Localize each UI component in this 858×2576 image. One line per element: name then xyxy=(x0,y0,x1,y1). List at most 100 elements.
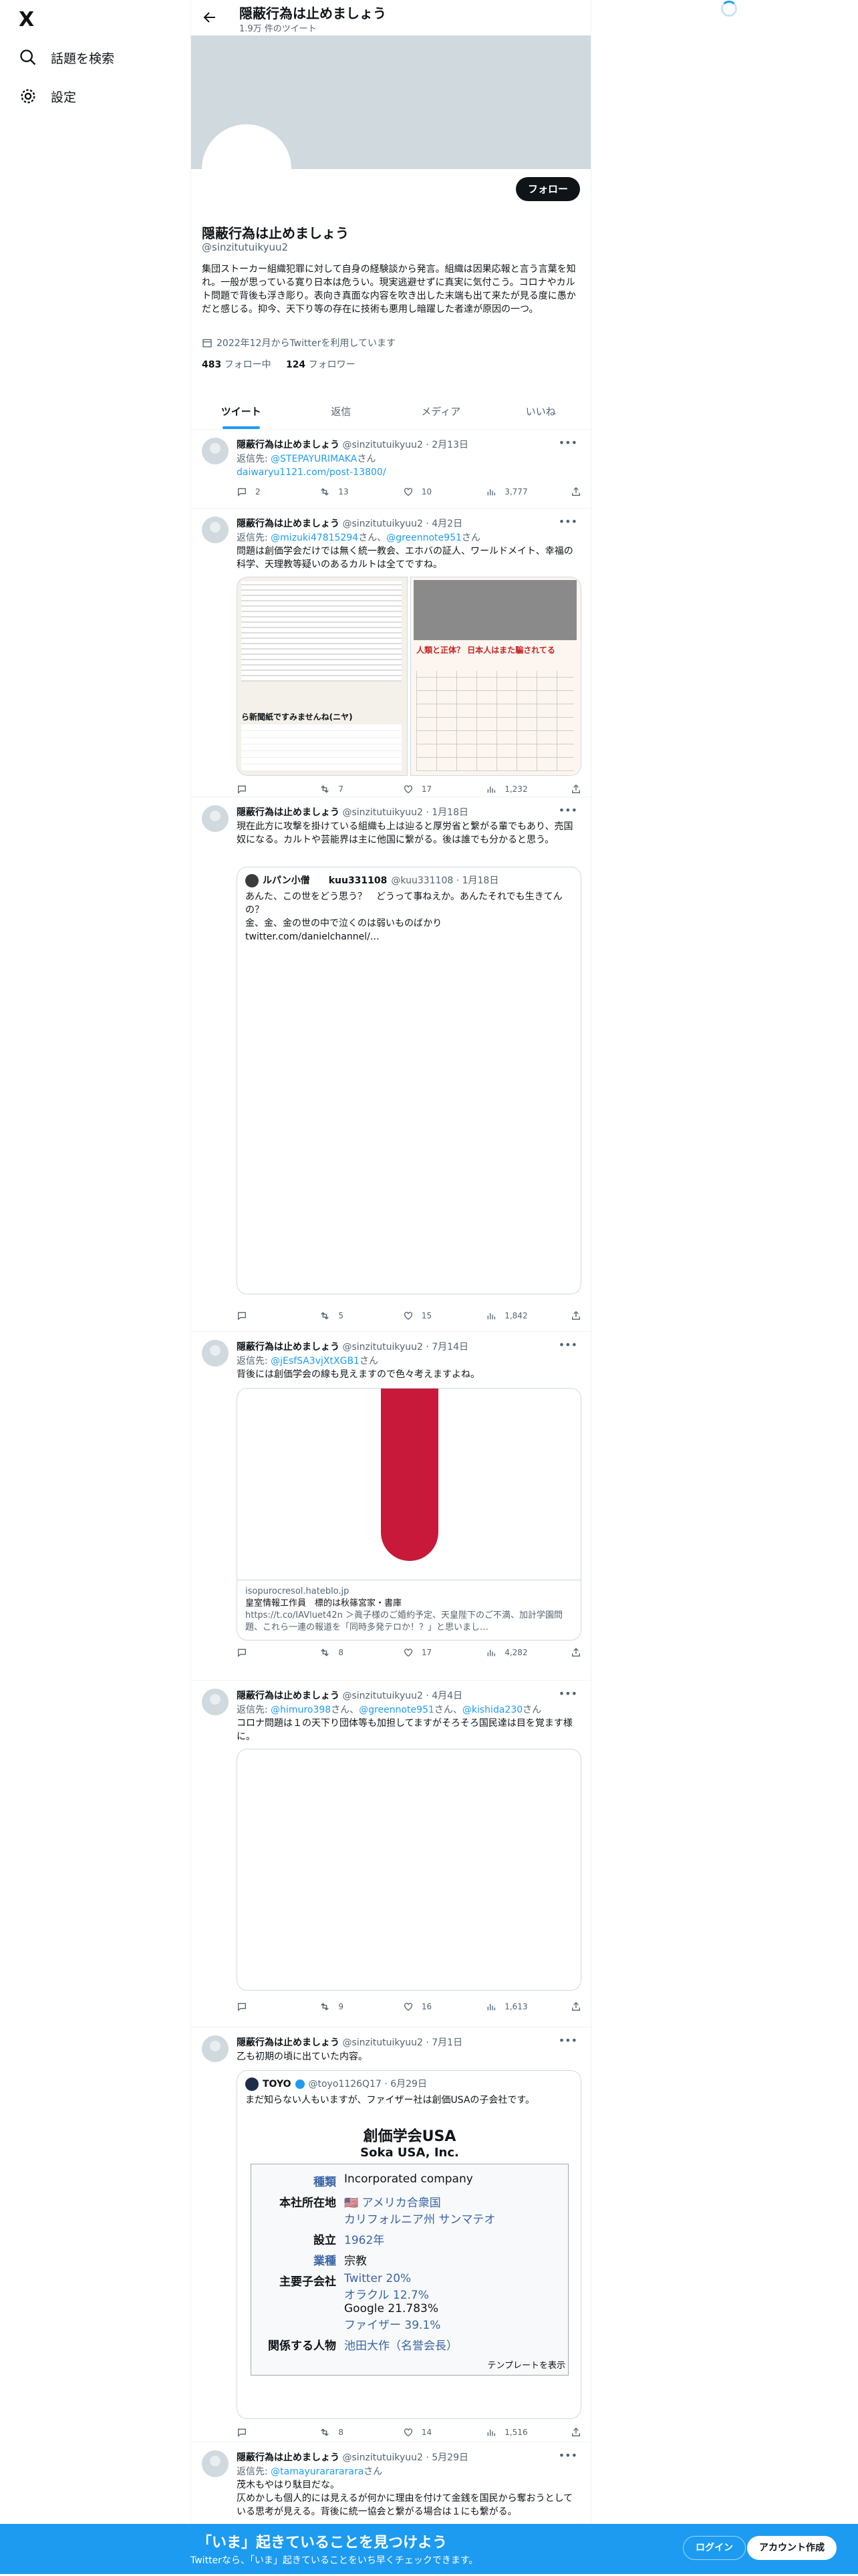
quoted-tweet[interactable]: TOYO @toyo1126Q17 · 6月29日 まだ知らない人もいますが、フ… xyxy=(237,2070,581,2419)
like-button[interactable]: 15 xyxy=(403,1309,443,1322)
reply-to-link[interactable]: @greennote951 xyxy=(386,533,462,543)
views-button[interactable]: 1,842 xyxy=(486,1309,528,1322)
nav-explore[interactable]: 話題を検索 xyxy=(19,44,114,71)
views-button[interactable]: 4,282 xyxy=(486,1646,528,1659)
tweet-avatar[interactable] xyxy=(202,438,229,464)
tweet-author-handle[interactable]: @sinzitutuikyuu2 xyxy=(342,519,422,529)
like-button[interactable]: 16 xyxy=(403,2000,443,2013)
tweet-avatar[interactable] xyxy=(202,1689,229,1715)
following-link[interactable]: 483 フォロー中 xyxy=(202,360,271,370)
share-button[interactable] xyxy=(571,782,581,796)
reply-button[interactable] xyxy=(237,1646,277,1659)
tweet-date[interactable]: · 7月1日 xyxy=(426,2037,462,2048)
more-options-icon[interactable]: ••• xyxy=(559,2034,577,2047)
more-options-icon[interactable]: ••• xyxy=(559,436,577,449)
views-button[interactable]: 3,777 xyxy=(486,485,528,498)
tweet-author-name[interactable]: 隠蔽行為は止めましょう xyxy=(237,519,339,529)
tweet-avatar[interactable] xyxy=(202,2450,229,2477)
reply-button[interactable] xyxy=(237,2000,277,2013)
share-button[interactable] xyxy=(571,485,581,498)
share-button[interactable] xyxy=(571,1309,581,1322)
signup-button[interactable]: アカウント作成 xyxy=(747,2536,837,2560)
tweet-author-name[interactable]: 隠蔽行為は止めましょう xyxy=(237,2037,339,2048)
tweet-author-handle[interactable]: @sinzitutuikyuu2 xyxy=(342,2037,422,2048)
tweet-author-name[interactable]: 隠蔽行為は止めましょう xyxy=(237,440,339,450)
tweet-date[interactable]: · 4月4日 xyxy=(426,1691,462,1701)
share-button[interactable] xyxy=(571,1646,581,1659)
tweet[interactable]: 隠蔽行為は止めましょう @sinzitutuikyuu2 · 4月4日 ••• … xyxy=(191,1681,591,2027)
share-button[interactable] xyxy=(571,2000,581,2013)
like-button[interactable]: 14 xyxy=(403,2426,443,2439)
like-button[interactable]: 17 xyxy=(403,1646,443,1659)
retweet-button[interactable]: 13 xyxy=(319,485,360,498)
more-options-icon[interactable]: ••• xyxy=(559,2449,577,2462)
retweet-button[interactable]: 8 xyxy=(319,1646,360,1659)
reply-to-link[interactable]: @mizuki47815294 xyxy=(271,533,358,543)
tweet-link[interactable]: daiwaryu1121.com/post-13800/ xyxy=(237,467,386,478)
reply-button[interactable] xyxy=(237,1309,277,1322)
media-image-newspaper[interactable]: ら新聞紙ですみませんね(ニヤ) xyxy=(237,577,408,776)
media-image-diagram[interactable]: 人類と正体？ 日本人はまた騙されてる xyxy=(410,577,581,776)
tweet-date[interactable]: · 4月2日 xyxy=(426,519,462,529)
tweet[interactable]: 隠蔽行為は止めましょう @sinzitutuikyuu2 · 7月14日 •••… xyxy=(191,1332,591,1681)
quoted-tweet[interactable]: ルパン小僧 kuu331108 @kuu331108 · 1月18日 あんた、こ… xyxy=(237,867,581,1294)
reply-to-link[interactable]: @tamayurarararara xyxy=(271,2466,364,2477)
nav-settings[interactable]: 設定 xyxy=(19,83,76,110)
tweet-author-name[interactable]: 隠蔽行為は止めましょう xyxy=(237,807,339,818)
more-options-icon[interactable]: ••• xyxy=(559,804,577,817)
link-card[interactable]: isopurocresol.hateblo.jp 皇室情報工作員 標的は秋篠宮家… xyxy=(237,1388,581,1640)
back-arrow-icon[interactable] xyxy=(202,9,218,25)
tab-replies[interactable]: 返信 xyxy=(291,394,392,429)
tweet-author-handle[interactable]: @sinzitutuikyuu2 xyxy=(342,1691,422,1701)
views-button[interactable]: 1,232 xyxy=(486,782,528,796)
reply-button[interactable]: 2 xyxy=(237,485,277,498)
tweet-author-handle[interactable]: @sinzitutuikyuu2 xyxy=(342,1342,422,1352)
reply-to-link[interactable]: @greennote951 xyxy=(359,1705,434,1715)
tab-likes[interactable]: いいね xyxy=(491,394,591,429)
tweet-date[interactable]: · 2月13日 xyxy=(426,440,468,450)
tweet-date[interactable]: · 7月14日 xyxy=(426,1342,468,1352)
followers-link[interactable]: 124 フォロワー xyxy=(286,360,355,370)
tab-media[interactable]: メディア xyxy=(391,394,491,429)
tweet[interactable]: 隠蔽行為は止めましょう @sinzitutuikyuu2 · 1月18日 •••… xyxy=(191,797,591,1332)
retweet-button[interactable]: 5 xyxy=(319,1309,360,1322)
more-options-icon[interactable]: ••• xyxy=(559,1338,577,1351)
more-options-icon[interactable]: ••• xyxy=(559,515,577,528)
tweet-author-name[interactable]: 隠蔽行為は止めましょう xyxy=(237,1691,339,1701)
tweet[interactable]: 隠蔽行為は止めましょう @sinzitutuikyuu2 · 7月1日 ••• … xyxy=(191,2027,591,2442)
tweet-author-name[interactable]: 隠蔽行為は止めましょう xyxy=(237,2452,339,2463)
share-button[interactable] xyxy=(571,2426,581,2439)
tweet-author-handle[interactable]: @sinzitutuikyuu2 xyxy=(342,807,422,818)
login-button[interactable]: ログイン xyxy=(683,2536,746,2560)
like-button[interactable]: 10 xyxy=(403,485,443,498)
tweet-avatar[interactable] xyxy=(202,517,229,543)
more-options-icon[interactable]: ••• xyxy=(559,1687,577,1700)
tweet-author-name[interactable]: 隠蔽行為は止めましょう xyxy=(237,1342,339,1352)
tweet-author-handle[interactable]: @sinzitutuikyuu2 xyxy=(342,2452,422,2463)
like-button[interactable]: 17 xyxy=(403,782,443,796)
retweet-button[interactable]: 8 xyxy=(319,2426,360,2439)
reply-to-link[interactable]: @STEPAYURIMAKA xyxy=(271,454,357,464)
tweet[interactable]: 隠蔽行為は止めましょう @sinzitutuikyuu2 · 2月13日 •••… xyxy=(191,430,591,509)
retweet-button[interactable]: 7 xyxy=(319,782,360,796)
tweet-author-handle[interactable]: @sinzitutuikyuu2 xyxy=(342,440,422,450)
tab-tweets[interactable]: ツイート xyxy=(191,394,291,429)
reply-button[interactable] xyxy=(237,2426,277,2439)
follow-button[interactable]: フォロー xyxy=(515,177,580,201)
views-button[interactable]: 1,516 xyxy=(486,2426,528,2439)
tweet[interactable]: 隠蔽行為は止めましょう @sinzitutuikyuu2 · 4月2日 ••• … xyxy=(191,509,591,797)
views-button[interactable]: 1,613 xyxy=(486,2000,528,2013)
tweet-avatar[interactable] xyxy=(202,1340,229,1367)
reply-button[interactable] xyxy=(237,782,277,796)
reply-to-link[interactable]: @himuro398 xyxy=(271,1705,331,1715)
x-logo-icon[interactable]: X xyxy=(19,8,43,32)
retweet-button[interactable]: 9 xyxy=(319,2000,360,2013)
reply-to-link[interactable]: @jEsfSA3vjXtXGB1 xyxy=(271,1356,360,1367)
reply-to-link[interactable]: @kishida230 xyxy=(462,1705,523,1715)
tweet-avatar[interactable] xyxy=(202,2035,229,2062)
tweet-avatar[interactable] xyxy=(202,805,229,832)
tweet-media[interactable]: ら新聞紙ですみませんね(ニヤ) 人類と正体？ 日本人はまた騙されてる xyxy=(237,577,581,776)
tweet-date[interactable]: · 5月29日 xyxy=(426,2452,468,2463)
tweet-date[interactable]: · 1月18日 xyxy=(426,807,468,818)
tweet-media-blank[interactable] xyxy=(237,1749,581,1991)
